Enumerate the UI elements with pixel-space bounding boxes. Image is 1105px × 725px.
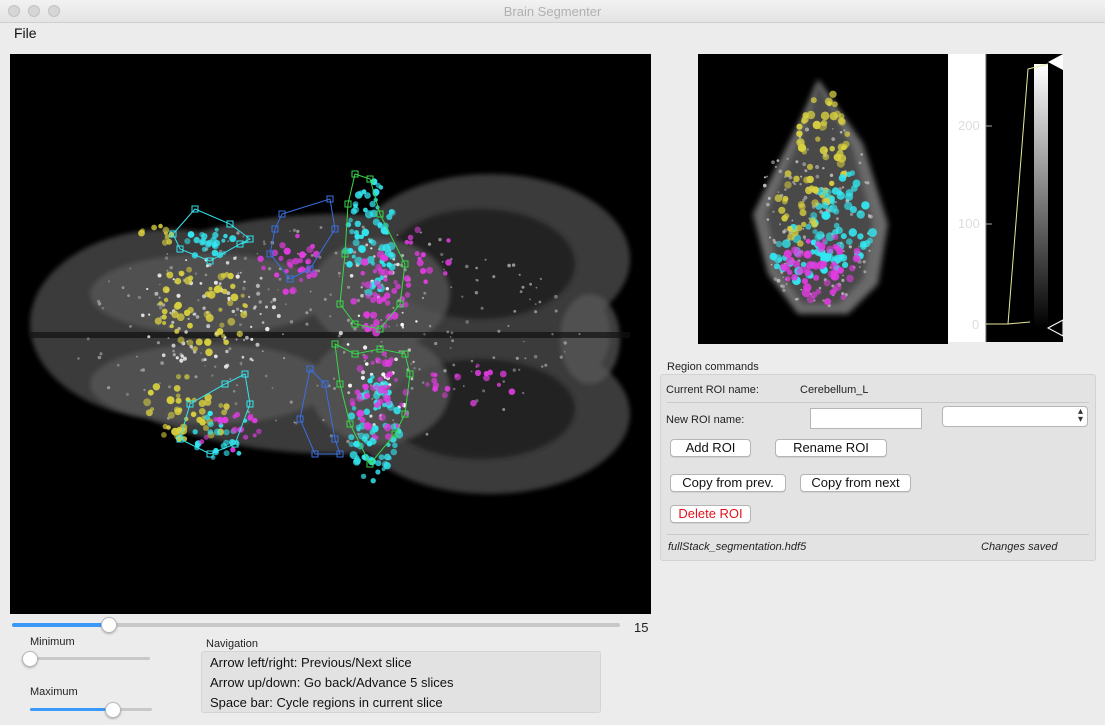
menu-file[interactable]: File bbox=[14, 25, 37, 41]
current-roi-value: Cerebellum_L bbox=[800, 384, 869, 396]
navigation-help-box: Arrow left/right: Previous/Next slice Ar… bbox=[201, 651, 601, 713]
new-roi-label: New ROI name: bbox=[666, 414, 745, 426]
side-image-view[interactable] bbox=[698, 54, 948, 344]
region-commands-box: Current ROI name: Cerebellum_L New ROI n… bbox=[660, 374, 1096, 561]
region-commands-title: Region commands bbox=[667, 361, 759, 373]
minimum-slider-track[interactable] bbox=[30, 657, 150, 660]
window-title: Brain Segmenter bbox=[503, 4, 602, 19]
nav-help-line: Arrow left/right: Previous/Next slice bbox=[210, 655, 412, 670]
histogram-tick-0: 0 bbox=[972, 317, 980, 332]
main-image-view[interactable] bbox=[10, 54, 651, 614]
divider bbox=[667, 402, 1089, 403]
title-bar: Brain Segmenter bbox=[0, 0, 1105, 23]
rename-roi-button[interactable]: Rename ROI bbox=[775, 439, 887, 457]
slice-number: 15 bbox=[634, 620, 649, 635]
copy-from-prev-button[interactable]: Copy from prev. bbox=[670, 474, 786, 492]
histogram-tick-100: 100 bbox=[958, 216, 980, 231]
slice-slider-fill bbox=[12, 623, 110, 627]
delete-roi-button[interactable]: Delete ROI bbox=[670, 505, 751, 523]
roi-select-dropdown[interactable]: ▴ ▾ bbox=[942, 406, 1088, 427]
histogram-chart bbox=[948, 54, 1063, 342]
histogram-tick-200: 200 bbox=[958, 118, 980, 133]
maximum-label: Maximum bbox=[30, 686, 78, 698]
histogram-panel[interactable] bbox=[948, 54, 1063, 342]
add-roi-button[interactable]: Add ROI bbox=[670, 439, 751, 457]
maximum-slider-fill bbox=[30, 708, 113, 711]
nav-help-line: Arrow up/down: Go back/Advance 5 slices bbox=[210, 675, 454, 690]
navigation-title: Navigation bbox=[206, 638, 258, 650]
menu-bar: File bbox=[0, 22, 1105, 44]
nav-help-line: Space bar: Cycle regions in current slic… bbox=[210, 695, 443, 710]
maximum-slider-track[interactable] bbox=[30, 708, 152, 711]
brain-coronal-slice-image bbox=[753, 79, 888, 314]
segmentation-filename: fullStack_segmentation.hdf5 bbox=[668, 541, 807, 553]
updown-chevron-icon: ▴ ▾ bbox=[1077, 406, 1083, 425]
current-roi-label: Current ROI name: bbox=[666, 384, 759, 396]
new-roi-name-input[interactable] bbox=[810, 408, 922, 429]
minimum-slider-knob[interactable] bbox=[22, 651, 38, 667]
brain-horizontal-slice-image bbox=[30, 170, 630, 494]
save-status: Changes saved bbox=[981, 541, 1058, 553]
slice-slider-knob[interactable] bbox=[101, 617, 118, 633]
copy-from-next-button[interactable]: Copy from next bbox=[800, 474, 911, 492]
minimum-label: Minimum bbox=[30, 636, 75, 648]
divider bbox=[667, 534, 1089, 535]
maximum-slider-knob[interactable] bbox=[104, 702, 121, 718]
